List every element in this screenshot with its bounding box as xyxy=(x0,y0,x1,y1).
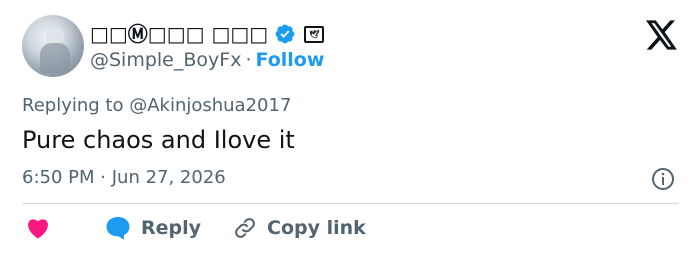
avatar-body-shape xyxy=(40,43,70,73)
like-button[interactable] xyxy=(26,217,50,239)
author-handle[interactable]: @Simple_BoyFx xyxy=(90,49,241,71)
tweet-text: Pure chaos and Ilove it xyxy=(22,126,295,154)
handle-separator: · xyxy=(245,49,252,71)
link-icon xyxy=(235,218,255,238)
timestamp-separator: · xyxy=(100,167,106,188)
affiliate-badge-icon: 🕊 xyxy=(304,25,325,43)
reply-label: Reply xyxy=(141,217,202,239)
tweet-timestamp[interactable]: 6:50 PM · Jun 27, 2026 xyxy=(22,166,226,190)
replying-to-line: Replying to @Akinjoshua2017 xyxy=(22,94,291,118)
reply-bubble-icon xyxy=(106,217,130,240)
verified-badge-icon xyxy=(275,24,295,44)
tweet-date: Jun 27, 2026 xyxy=(111,167,226,188)
copy-link-label: Copy link xyxy=(267,217,366,239)
divider xyxy=(22,203,678,204)
replying-to-prefix: Replying to xyxy=(22,95,130,116)
tweet-time: 6:50 PM xyxy=(22,167,95,188)
author-handle-row: @Simple_BoyFx · Follow xyxy=(90,47,324,73)
x-logo-icon[interactable] xyxy=(646,20,678,50)
follow-button[interactable]: Follow xyxy=(256,49,325,71)
action-bar: Reply Copy link xyxy=(26,216,366,240)
author-name-row: □□Ⓜ□□□ □□□ 🕊 xyxy=(90,20,325,48)
info-icon[interactable] xyxy=(651,167,675,191)
replying-to-mention[interactable]: @Akinjoshua2017 xyxy=(129,95,291,116)
heart-icon xyxy=(28,219,48,239)
avatar[interactable] xyxy=(22,15,84,77)
reply-button[interactable]: Reply xyxy=(105,216,201,240)
author-display-name[interactable]: □□Ⓜ□□□ □□□ xyxy=(90,20,268,48)
copy-link-button[interactable]: Copy link xyxy=(233,216,366,240)
